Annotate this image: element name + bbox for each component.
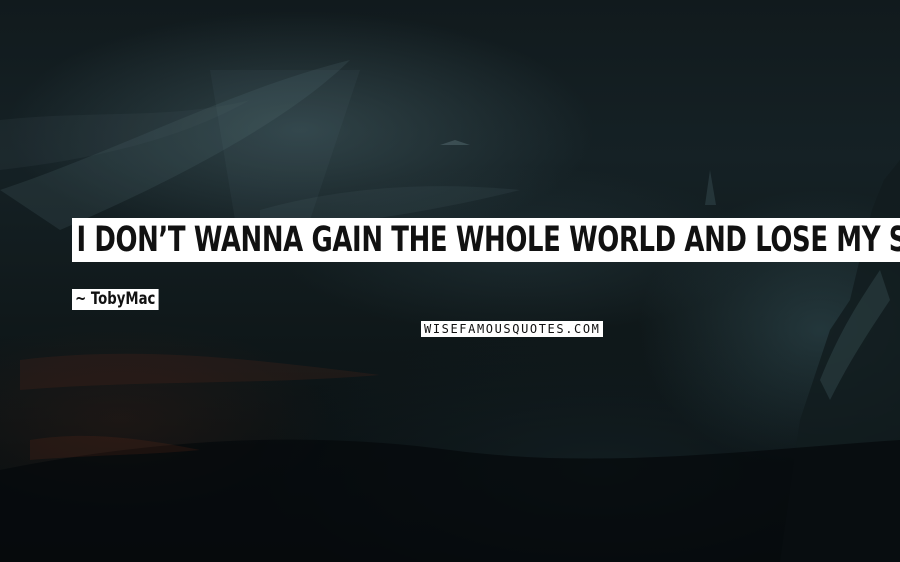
quote-image: I don’t wanna gain the whole world and l… xyxy=(0,0,900,562)
watermark: WISEFAMOUSQUOTES.COM xyxy=(421,320,603,337)
quote-text: I don’t wanna gain the whole world and l… xyxy=(72,218,900,262)
author-name: ~ TobyMac xyxy=(72,288,159,310)
background-artwork xyxy=(0,60,900,562)
quote-line: I don’t wanna gain the whole world and l… xyxy=(72,215,900,265)
watermark-text: WISEFAMOUSQUOTES.COM xyxy=(421,320,603,337)
ember-glow-left xyxy=(20,353,380,390)
foreground-terrain xyxy=(0,439,900,562)
distant-spire xyxy=(705,170,716,205)
author-line: ~ TobyMac xyxy=(72,287,183,311)
distant-ship xyxy=(440,140,470,145)
